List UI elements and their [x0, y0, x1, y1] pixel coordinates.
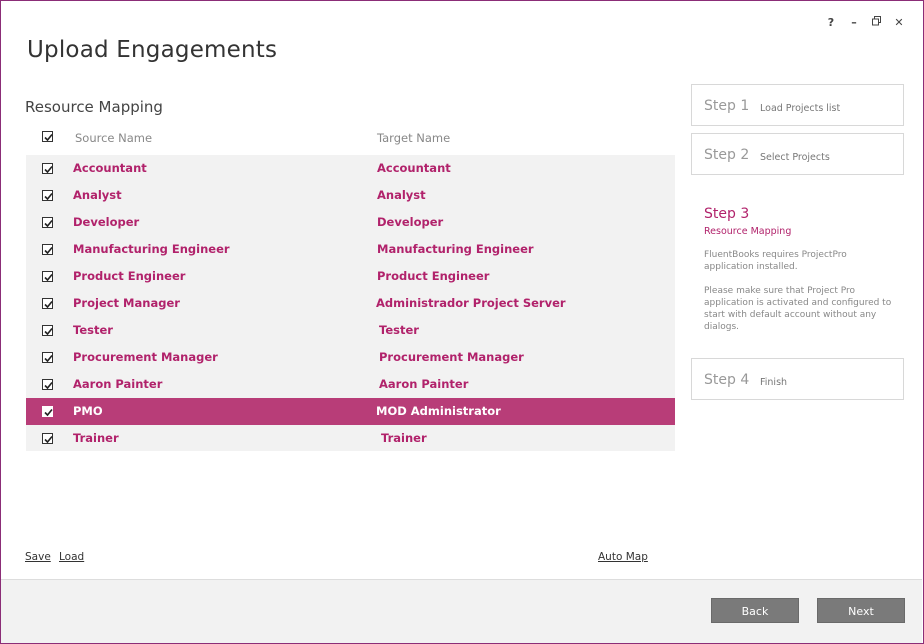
save-link[interactable]: Save: [25, 551, 51, 563]
step-4-number: Step 4: [704, 372, 750, 388]
target-name[interactable]: Administrador Project Server: [376, 296, 566, 310]
source-name: Trainer: [73, 431, 119, 445]
row-checkbox[interactable]: [42, 190, 53, 201]
step-3-active: Step 3 Resource Mapping FluentBooks requ…: [704, 206, 894, 333]
help-icon[interactable]: ?: [825, 15, 837, 31]
target-name[interactable]: Product Engineer: [377, 269, 489, 283]
target-name[interactable]: Developer: [377, 215, 443, 229]
source-name: Tester: [73, 323, 113, 337]
minimize-icon[interactable]: –: [848, 15, 860, 31]
step-4[interactable]: Step 4 Finish: [691, 358, 904, 400]
column-header-source: Source Name: [75, 131, 153, 145]
step-3-label: Resource Mapping: [704, 226, 792, 237]
column-header-target: Target Name: [377, 131, 451, 145]
row-checkbox[interactable]: [42, 163, 53, 174]
table-row[interactable]: Tester Tester: [26, 317, 675, 344]
source-name: Product Engineer: [73, 269, 186, 283]
row-checkbox[interactable]: [42, 244, 53, 255]
table-row[interactable]: Procurement Manager Procurement Manager: [26, 344, 675, 371]
window-title: Upload Engagements: [27, 37, 278, 63]
row-checkbox[interactable]: [42, 217, 53, 228]
step-3-description-1: FluentBooks requires ProjectPro applicat…: [704, 250, 847, 272]
target-name[interactable]: MOD Administrator: [376, 404, 501, 418]
table-row[interactable]: Trainer Trainer: [26, 425, 675, 452]
next-button[interactable]: Next: [817, 598, 905, 623]
source-name: Developer: [73, 215, 140, 229]
target-name[interactable]: Procurement Manager: [379, 350, 524, 364]
target-name[interactable]: Tester: [379, 323, 419, 337]
row-checkbox[interactable]: [42, 352, 53, 363]
table-row[interactable]: Project Manager Administrador Project Se…: [26, 290, 675, 317]
table-row-selected[interactable]: PMO MOD Administrator: [26, 398, 675, 425]
source-name: Manufacturing Engineer: [73, 242, 230, 256]
select-all-checkbox[interactable]: [42, 131, 53, 142]
table-row[interactable]: Manufacturing Engineer Manufacturing Eng…: [26, 236, 675, 263]
step-1[interactable]: Step 1 Load Projects list: [691, 84, 904, 126]
step-4-label: Finish: [760, 377, 788, 388]
step-2[interactable]: Step 2 Select Projects: [691, 133, 904, 175]
source-name: Accountant: [73, 161, 147, 175]
target-name[interactable]: Trainer: [381, 431, 427, 445]
row-checkbox[interactable]: [42, 325, 53, 336]
mapping-grid: Accountant Accountant Analyst Analyst De…: [26, 155, 675, 451]
target-name[interactable]: Analyst: [377, 188, 426, 202]
close-icon[interactable]: ✕: [893, 15, 905, 31]
upload-engagements-window: Upload Engagements ? – ✕ Resource Mappin…: [0, 0, 924, 644]
source-name: Procurement Manager: [73, 350, 218, 364]
row-checkbox[interactable]: [42, 406, 53, 417]
source-name: Project Manager: [73, 296, 180, 310]
step-2-number: Step 2: [704, 147, 750, 163]
source-name: Aaron Painter: [73, 377, 163, 391]
row-checkbox[interactable]: [42, 433, 53, 444]
auto-map-link[interactable]: Auto Map: [598, 551, 648, 563]
table-row[interactable]: Aaron Painter Aaron Painter: [26, 371, 675, 398]
target-name[interactable]: Accountant: [377, 161, 451, 175]
back-button[interactable]: Back: [711, 598, 799, 623]
source-name: PMO: [73, 404, 103, 418]
row-checkbox[interactable]: [42, 271, 53, 282]
source-name: Analyst: [73, 188, 122, 202]
step-1-label: Load Projects list: [760, 103, 841, 114]
row-checkbox[interactable]: [42, 379, 53, 390]
table-row[interactable]: Analyst Analyst: [26, 182, 675, 209]
step-3-number: Step 3: [704, 206, 750, 222]
restore-icon[interactable]: [871, 15, 883, 31]
step-2-label: Select Projects: [760, 152, 830, 163]
table-row[interactable]: Accountant Accountant: [26, 155, 675, 182]
target-name[interactable]: Aaron Painter: [379, 377, 468, 391]
section-title: Resource Mapping: [25, 98, 163, 116]
step-1-number: Step 1: [704, 98, 750, 114]
table-row[interactable]: Product Engineer Product Engineer: [26, 263, 675, 290]
step-3-description-2: Please make sure that Project Pro applic…: [704, 286, 892, 332]
target-name[interactable]: Manufacturing Engineer: [377, 242, 534, 256]
row-checkbox[interactable]: [42, 298, 53, 309]
table-row[interactable]: Developer Developer: [26, 209, 675, 236]
load-link[interactable]: Load: [59, 551, 84, 563]
